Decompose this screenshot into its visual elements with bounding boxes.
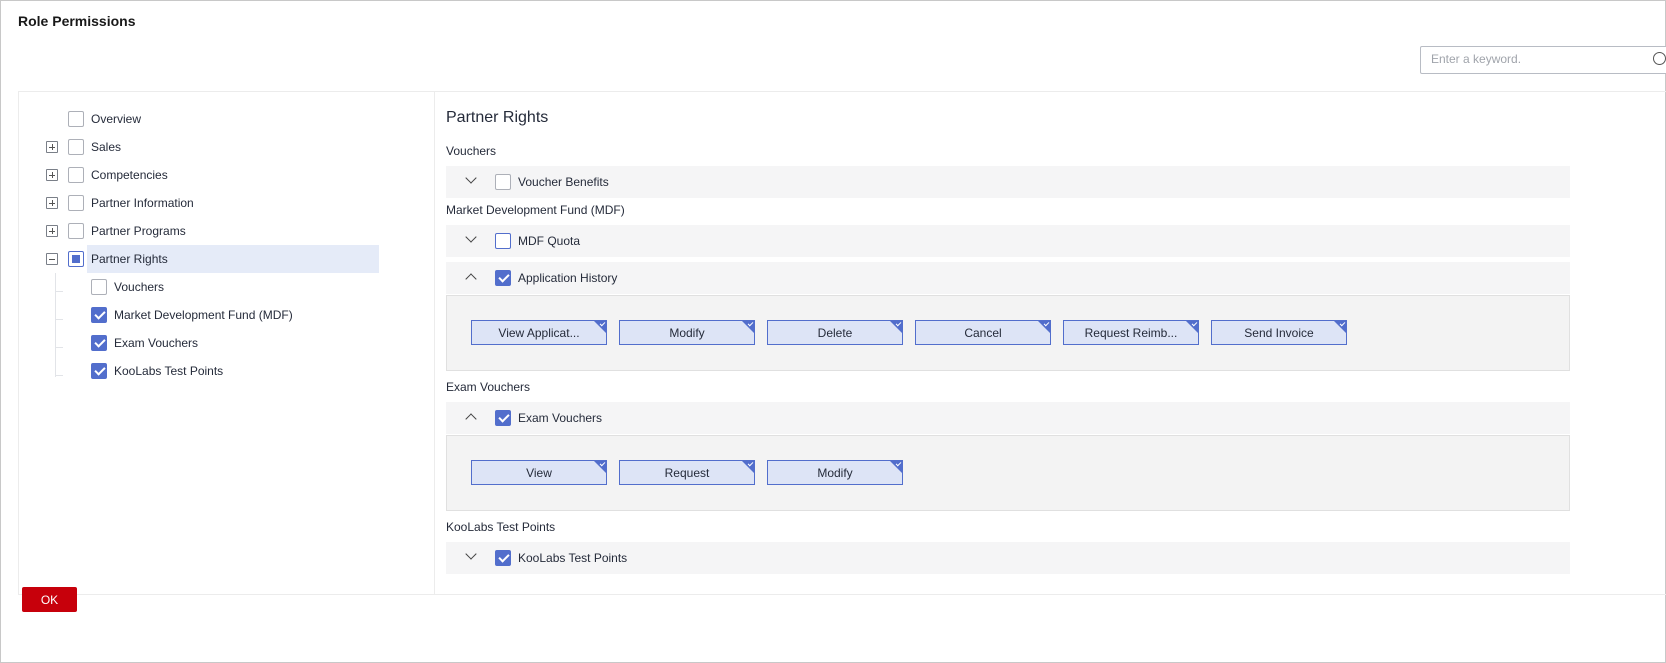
button-label: Send Invoice [1244,325,1314,340]
tree-child-koolabs[interactable]: KooLabs Test Points [19,357,379,385]
checkbox-competencies[interactable] [68,167,84,183]
permission-button-view[interactable]: View [471,460,607,485]
selected-check-icon [747,320,754,327]
section-label-koolabs: KooLabs Test Points [446,520,556,534]
chevron-down-icon[interactable] [465,548,477,560]
collapse-minus-icon[interactable] [46,253,58,265]
checkbox-koolabs-row[interactable] [495,550,511,566]
permission-button-view-application[interactable]: View Applicat... [471,320,607,345]
checkbox-partner-information[interactable] [68,195,84,211]
tree-item-label: Exam Vouchers [114,336,199,350]
search-icon[interactable] [1653,52,1666,65]
row-label: Voucher Benefits [518,175,609,189]
permission-row-application-history[interactable]: Application History [446,262,1570,294]
selected-check-icon [895,320,902,327]
tree-child-exam-vouchers[interactable]: Exam Vouchers [19,329,379,357]
checkbox-partner-programs[interactable] [68,223,84,239]
checkbox-exam-vouchers-row[interactable] [495,410,511,426]
permission-button-request[interactable]: Request [619,460,755,485]
checkbox-partner-rights[interactable] [68,251,84,267]
expand-plus-icon[interactable] [46,169,58,181]
button-label: Delete [817,325,853,340]
permission-row-voucher-benefits[interactable]: Voucher Benefits [446,166,1570,198]
tree-item-label: Vouchers [114,280,165,294]
permission-box-application-history: View Applicat... Modify Delete Cancel Re… [446,295,1570,371]
search-box[interactable] [1420,46,1666,74]
checkbox-application-history[interactable] [495,270,511,286]
button-label: Request [664,465,710,480]
permission-button-send-invoice[interactable]: Send Invoice [1211,320,1347,345]
checkbox-koolabs[interactable] [91,363,107,379]
row-label: MDF Quota [518,234,581,248]
selected-check-icon [895,460,902,467]
ok-button[interactable]: OK [22,587,77,612]
detail-title: Partner Rights [446,109,549,126]
permission-button-modify[interactable]: Modify [619,320,755,345]
permissions-panel: Overview Sales Competencies Partner Info… [18,91,1666,595]
checkbox-mdf[interactable] [91,307,107,323]
selected-check-icon [1191,320,1198,327]
permission-detail: Partner Rights Vouchers Voucher Benefits… [435,92,1666,594]
expand-plus-icon[interactable] [46,141,58,153]
permission-button-request-reimbursement[interactable]: Request Reimb... [1063,320,1199,345]
dialog-title: Role Permissions [18,13,136,29]
button-label: Request Reimb... [1084,325,1178,340]
row-label: Exam Vouchers [518,411,603,425]
section-label-mdf: Market Development Fund (MDF) [446,203,625,217]
row-label: Application History [518,271,618,285]
tree-item-label: Competencies [91,168,168,182]
permission-row-exam-vouchers[interactable]: Exam Vouchers [446,402,1570,434]
button-label: Modify [669,325,705,340]
checkbox-sales[interactable] [68,139,84,155]
checkbox-exam-vouchers[interactable] [91,335,107,351]
selected-check-icon [747,460,754,467]
selected-check-icon [1043,320,1050,327]
chevron-down-icon[interactable] [465,231,477,243]
tree-item-partner-rights[interactable]: Partner Rights [19,245,379,273]
permission-button-delete[interactable]: Delete [767,320,903,345]
button-label: Cancel [964,325,1002,340]
section-label-vouchers: Vouchers [446,144,497,158]
tree-item-label: Sales [91,140,122,154]
chevron-up-icon[interactable] [465,413,477,425]
selected-check-icon [599,460,606,467]
permission-button-modify-exam[interactable]: Modify [767,460,903,485]
chevron-down-icon[interactable] [465,172,477,184]
section-label-exam-vouchers: Exam Vouchers [446,380,531,394]
tree-item-label: Partner Rights [91,252,168,266]
tree-item-label: Overview [91,112,142,126]
search-input[interactable] [1421,47,1661,71]
tree-child-mdf[interactable]: Market Development Fund (MDF) [19,301,379,329]
permission-button-cancel[interactable]: Cancel [915,320,1051,345]
checkbox-mdf-quota[interactable] [495,233,511,249]
selected-check-icon [599,320,606,327]
tree-item-label: KooLabs Test Points [114,364,224,378]
selected-check-icon [1339,320,1346,327]
row-label: KooLabs Test Points [518,551,628,565]
permission-row-koolabs[interactable]: KooLabs Test Points [446,542,1570,574]
permission-tree: Overview Sales Competencies Partner Info… [19,92,435,594]
permission-row-mdf-quota[interactable]: MDF Quota [446,225,1570,257]
tree-item-label: Partner Programs [91,224,186,238]
tree-item-label: Market Development Fund (MDF) [114,308,293,322]
tree-item-partner-programs[interactable]: Partner Programs [19,217,379,245]
tree-item-label: Partner Information [91,196,194,210]
tree-child-vouchers[interactable]: Vouchers [19,273,379,301]
button-label: View Applicat... [498,325,580,340]
tree-item-competencies[interactable]: Competencies [19,161,379,189]
button-label: Modify [817,465,853,480]
tree-item-partner-information[interactable]: Partner Information [19,189,379,217]
tree-item-sales[interactable]: Sales [19,133,379,161]
permission-box-exam-vouchers: View Request Modify [446,435,1570,511]
button-label: View [526,465,552,480]
checkbox-vouchers[interactable] [91,279,107,295]
tree-item-overview[interactable]: Overview [19,105,379,133]
checkbox-overview[interactable] [68,111,84,127]
chevron-up-icon[interactable] [465,273,477,285]
expand-plus-icon[interactable] [46,197,58,209]
expand-plus-icon[interactable] [46,225,58,237]
checkbox-voucher-benefits[interactable] [495,174,511,190]
